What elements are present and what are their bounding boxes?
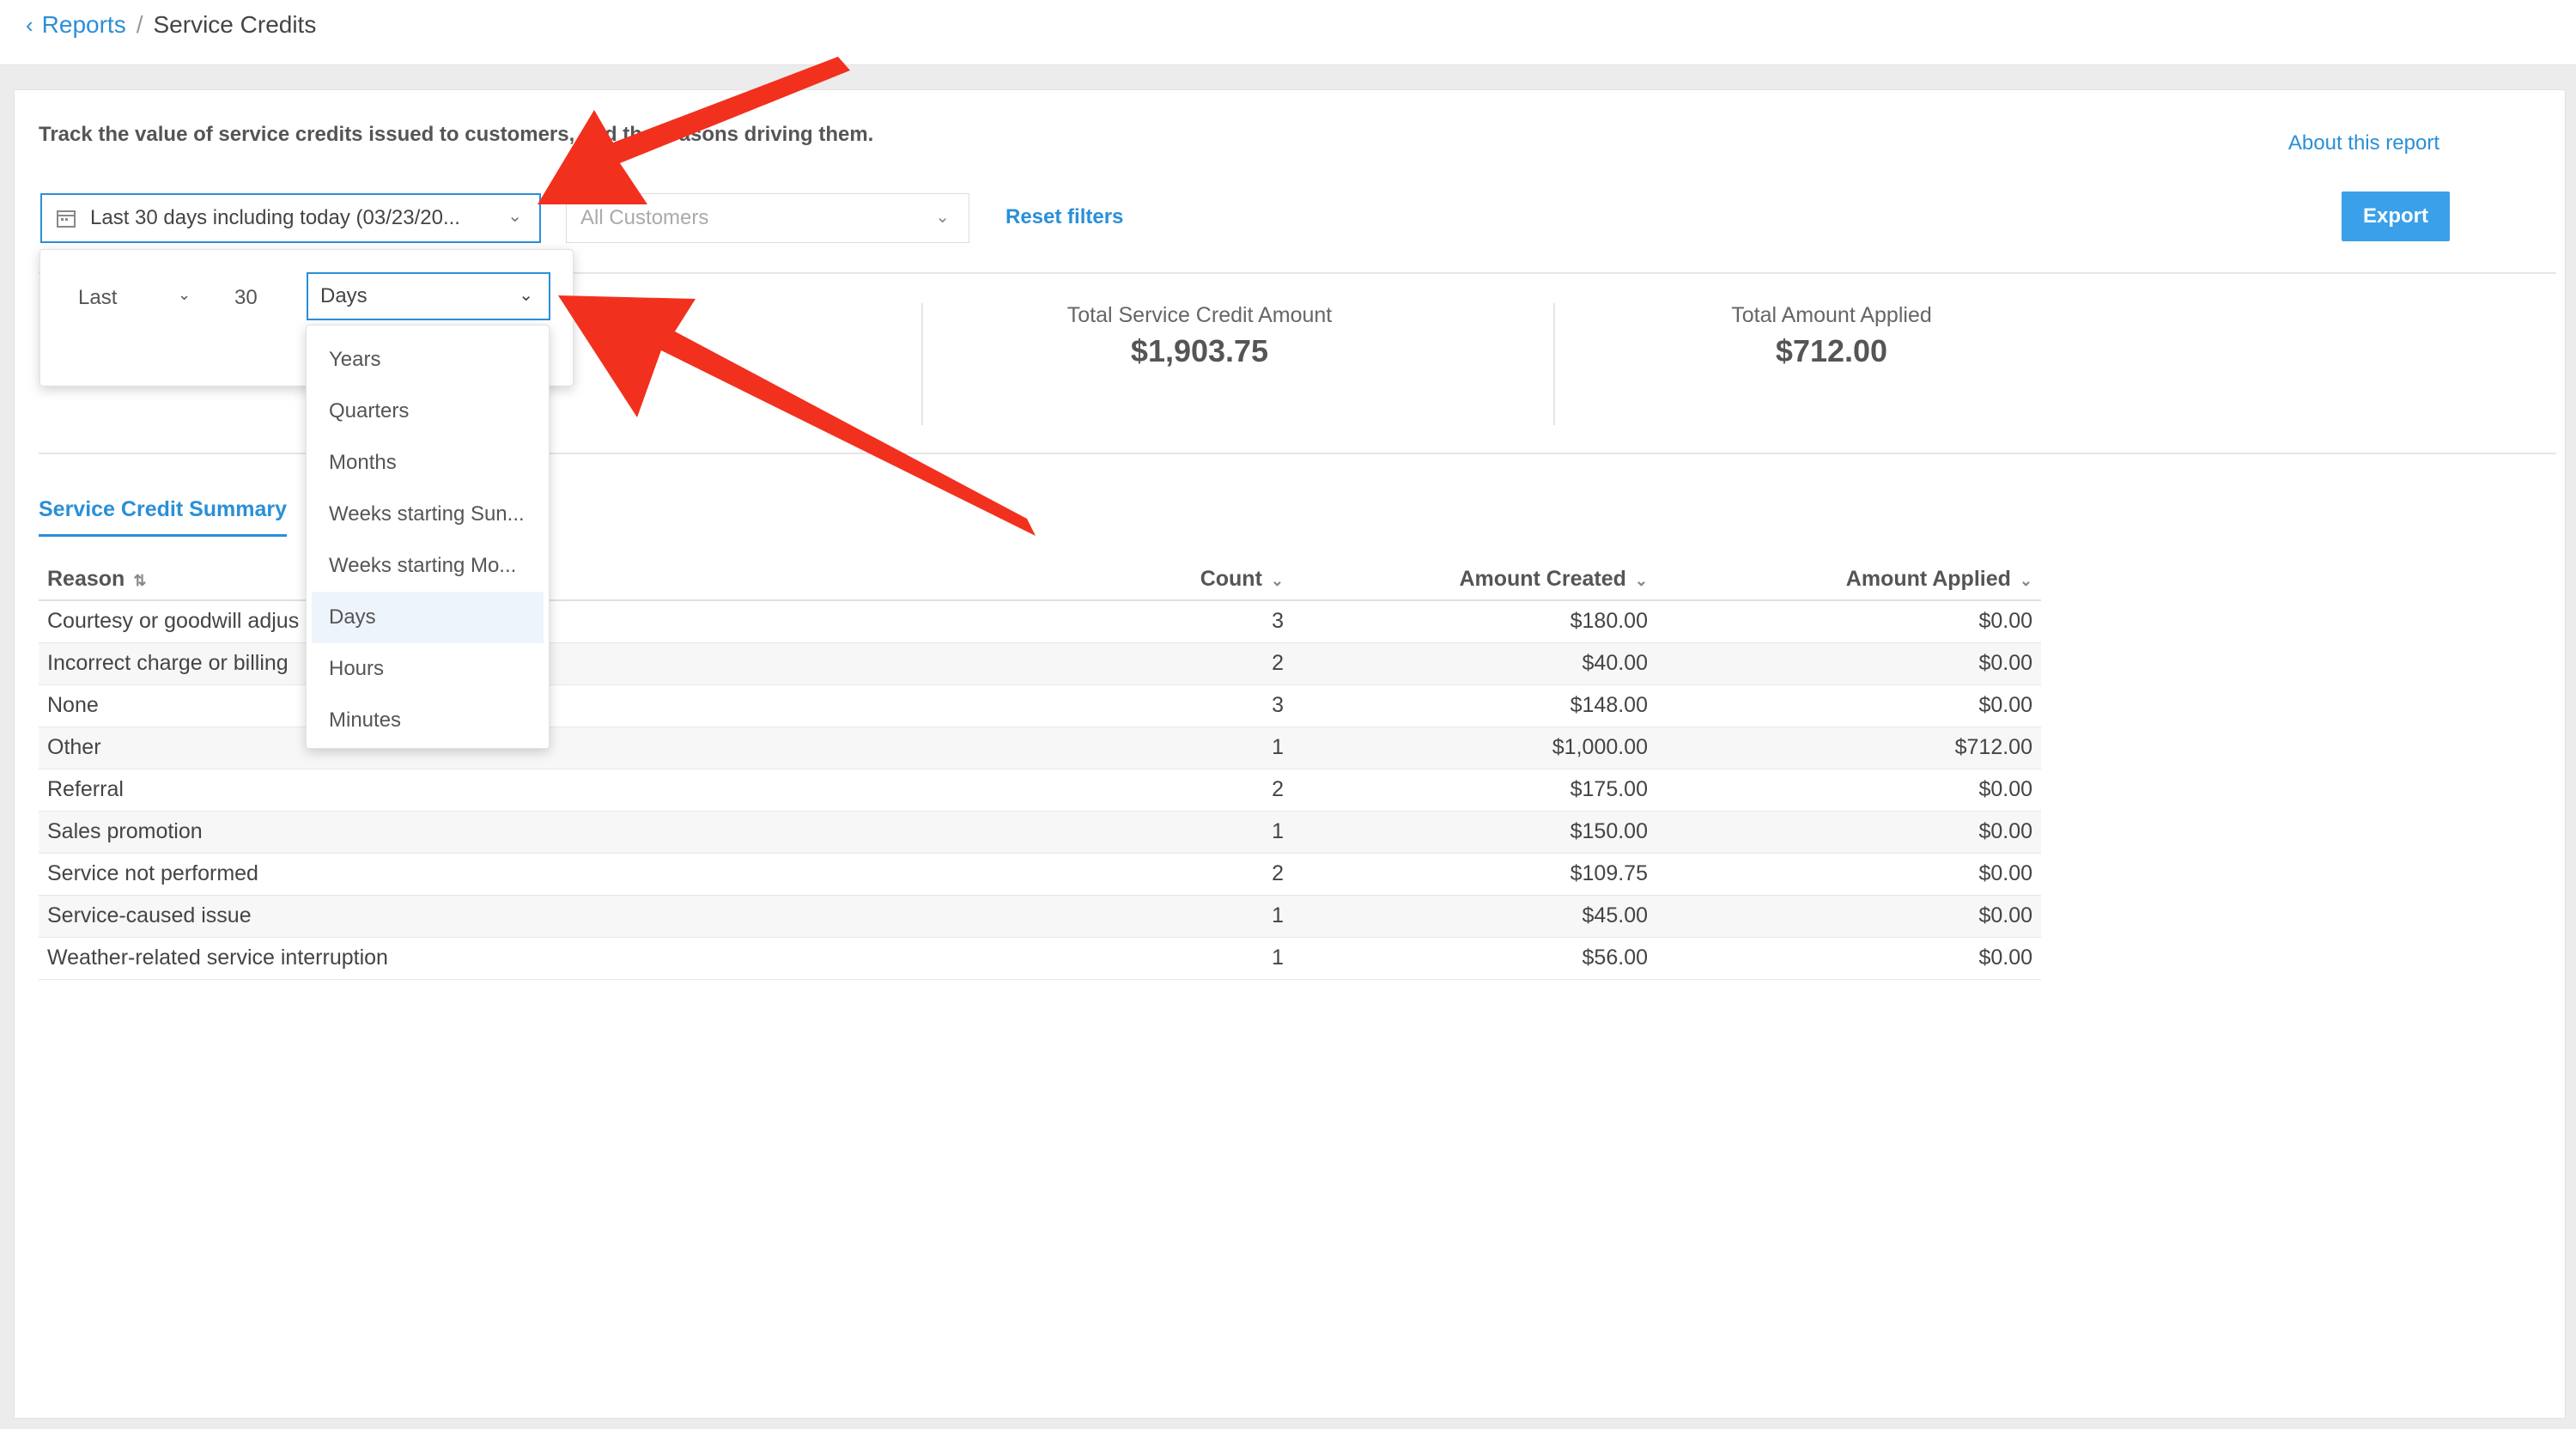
chevron-down-icon: ⌄ — [519, 286, 533, 305]
table-row: Referral 2 $175.00 $0.00 — [39, 769, 2041, 812]
chevron-down-icon: ⌄ — [935, 208, 950, 227]
unit-option-months[interactable]: Months — [312, 437, 544, 489]
reset-filters-link[interactable]: Reset filters — [1005, 205, 1123, 229]
cell-amount-created: $180.00 — [1335, 600, 1699, 643]
stat-total-service-credit: Total Service Credit Amount $1,903.75 — [882, 303, 1517, 369]
export-button[interactable]: Export — [2342, 192, 2450, 241]
cell-amount-applied: $0.00 — [1699, 769, 2041, 812]
cell-reason: Service not performed — [39, 853, 932, 896]
breadcrumb-current: Service Credits — [153, 11, 317, 38]
unit-option-weeks-monday[interactable]: Weeks starting Mo... — [312, 540, 544, 592]
unit-options-menu: Years Quarters Months Weeks starting Sun… — [306, 325, 550, 749]
stat-divider — [921, 303, 923, 425]
customers-select[interactable]: All Customers ⌄ — [566, 193, 969, 243]
chevron-down-icon[interactable]: ⌄ — [178, 286, 191, 304]
chevron-down-icon: ⌄ — [2019, 572, 2032, 589]
cell-count: 3 — [932, 600, 1335, 643]
breadcrumb-reports-link[interactable]: Reports — [42, 9, 126, 41]
breadcrumb: ‹ Reports / Service Credits — [26, 9, 316, 41]
cell-amount-created: $45.00 — [1335, 895, 1699, 938]
cell-amount-applied: $0.00 — [1699, 811, 2041, 854]
date-range-value: Last 30 days including today (03/23/20..… — [90, 206, 460, 229]
calendar-icon — [57, 210, 76, 228]
cell-amount-applied: $0.00 — [1699, 853, 2041, 896]
stat-total-amount-applied: Total Amount Applied $712.00 — [1514, 303, 2149, 369]
table-row: Service not performed 2 $109.75 $0.00 — [39, 853, 2041, 896]
table-row: Sales promotion 1 $150.00 $0.00 — [39, 811, 2041, 854]
date-range-select[interactable]: Last 30 days including today (03/23/20..… — [40, 193, 541, 243]
top-bar: ‹ Reports / Service Credits — [0, 0, 2576, 65]
customers-placeholder: All Customers — [580, 206, 709, 229]
unit-select-value: Days — [320, 284, 368, 307]
report-description: Track the value of service credits issue… — [39, 123, 874, 146]
cell-reason: Referral — [39, 769, 932, 812]
chevron-left-icon[interactable]: ‹ — [26, 9, 33, 41]
cell-reason: Sales promotion — [39, 811, 932, 854]
unit-option-hours[interactable]: Hours — [312, 643, 544, 695]
table-row: Service-caused issue 1 $45.00 $0.00 — [39, 895, 2041, 938]
stat-label: Total Service Credit Amount — [1066, 303, 1333, 327]
cell-count: 1 — [932, 895, 1335, 938]
column-header-count[interactable]: Count ⌄ — [932, 559, 1335, 601]
stat-value: $1,903.75 — [1130, 333, 1269, 368]
cell-amount-created: $150.00 — [1335, 811, 1699, 854]
cell-amount-applied: $0.00 — [1699, 895, 2041, 938]
cell-count: 1 — [932, 727, 1335, 769]
unit-option-weeks-sunday[interactable]: Weeks starting Sun... — [312, 489, 544, 540]
chevron-down-icon: ⌄ — [507, 207, 522, 226]
chevron-down-icon: ⌄ — [1270, 572, 1284, 589]
amount-input[interactable]: 30 — [234, 286, 258, 310]
cell-amount-applied: $712.00 — [1699, 727, 2041, 769]
cell-amount-applied: $0.00 — [1699, 684, 2041, 727]
unit-option-quarters[interactable]: Quarters — [312, 386, 544, 437]
cell-amount-created: $148.00 — [1335, 684, 1699, 727]
column-header-amount-applied[interactable]: Amount Applied ⌄ — [1699, 559, 2041, 601]
cell-reason: Service-caused issue — [39, 895, 932, 938]
cell-amount-created: $56.00 — [1335, 937, 1699, 980]
relative-select[interactable]: Last — [78, 286, 117, 310]
cell-reason: Weather-related service interruption — [39, 937, 932, 980]
cell-amount-applied: $0.00 — [1699, 642, 2041, 685]
cell-amount-created: $175.00 — [1335, 769, 1699, 812]
unit-option-days[interactable]: Days — [312, 592, 544, 643]
cell-count: 3 — [932, 684, 1335, 727]
column-header-amount-created[interactable]: Amount Created ⌄ — [1335, 559, 1699, 601]
cell-amount-applied: $0.00 — [1699, 937, 2041, 980]
cell-amount-created: $1,000.00 — [1335, 727, 1699, 769]
unit-option-minutes[interactable]: Minutes — [312, 695, 544, 746]
cell-amount-created: $40.00 — [1335, 642, 1699, 685]
cell-count: 1 — [932, 937, 1335, 980]
unit-select[interactable]: Days ⌄ — [307, 272, 550, 320]
unit-option-years[interactable]: Years — [312, 334, 544, 386]
cell-count: 2 — [932, 769, 1335, 812]
breadcrumb-separator: / — [136, 11, 143, 38]
cell-amount-applied: $0.00 — [1699, 600, 2041, 643]
table-row: Weather-related service interruption 1 $56… — [39, 937, 2041, 980]
sort-icon: ⇅ — [133, 572, 147, 589]
cell-count: 2 — [932, 642, 1335, 685]
stat-value: $712.00 — [1775, 333, 1888, 368]
tab-service-credit-summary[interactable]: Service Credit Summary — [39, 497, 288, 537]
cell-count: 1 — [932, 811, 1335, 854]
cell-amount-created: $109.75 — [1335, 853, 1699, 896]
cell-count: 2 — [932, 853, 1335, 896]
stat-label: Total Amount Applied — [1731, 303, 1932, 327]
about-report-link[interactable]: About this report — [2288, 131, 2439, 155]
chevron-down-icon: ⌄ — [1634, 572, 1648, 589]
